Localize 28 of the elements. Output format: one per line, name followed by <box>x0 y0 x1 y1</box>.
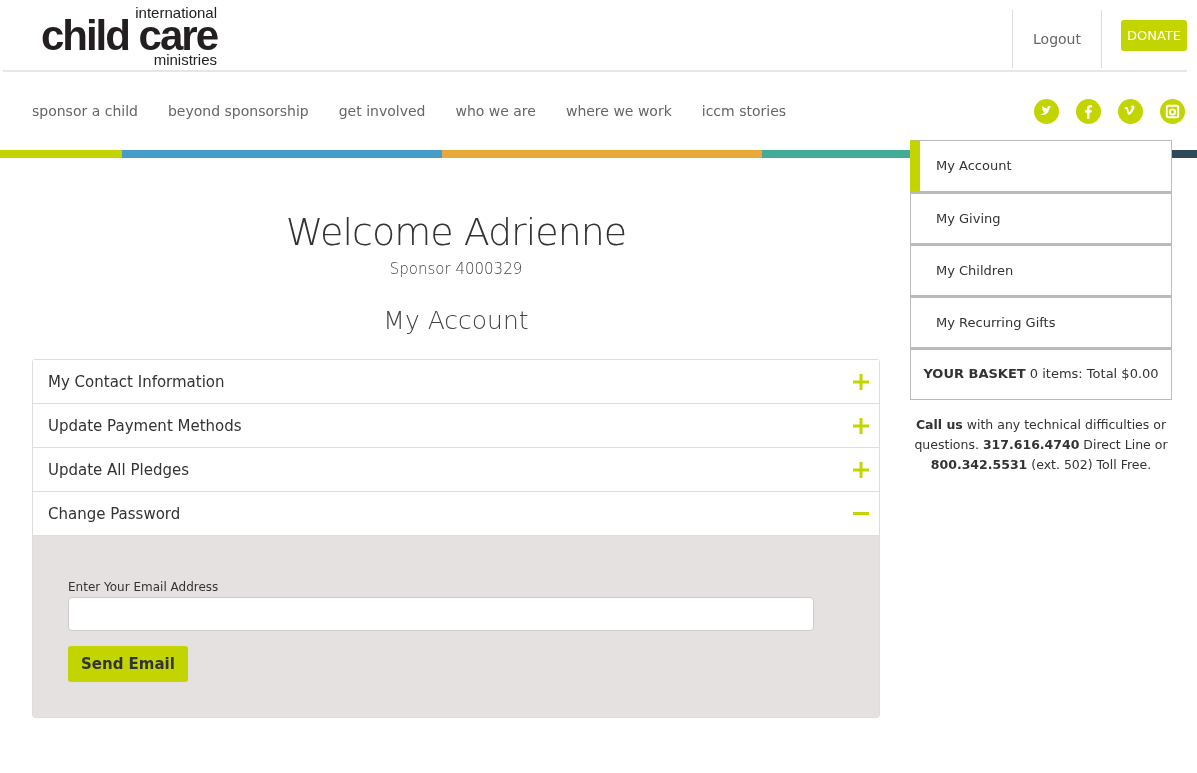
sidebar-item[interactable]: My Account <box>910 140 1172 192</box>
contact-text: Call us with any technical difficulties or questions. 317.616.4740 Direct Line or 800.342.5531 (ext. 502) Toll Free. <box>913 416 1169 474</box>
nav-link[interactable]: sponsor a child <box>32 103 138 119</box>
email-input[interactable] <box>68 597 814 631</box>
nav-link[interactable]: beyond sponsorship <box>167 103 309 119</box>
basket-summary[interactable]: YOUR BASKET 0 items: Total $0.00 <box>910 348 1172 400</box>
facebook-icon[interactable] <box>1076 98 1101 124</box>
sidebar-item[interactable]: My Recurring Gifts <box>910 296 1172 348</box>
welcome-title: Welcome Adrienne <box>285 210 627 254</box>
logo-text: ministries <box>153 53 217 66</box>
bird-icon[interactable] <box>1034 98 1059 124</box>
logo-text: international <box>135 6 217 19</box>
sponsor-number: Sponsor 4000329 <box>389 260 523 278</box>
sidebar-item[interactable]: My Children <box>910 244 1172 296</box>
logo-wordmark: child care <box>40 19 217 53</box>
accordion-header[interactable]: My Contact Information <box>33 360 879 404</box>
section-heading: My Account <box>383 306 529 335</box>
send-email-button[interactable]: Send Email <box>68 646 188 682</box>
logout-link[interactable]: Logout <box>1012 10 1102 68</box>
v-icon[interactable] <box>1118 98 1143 124</box>
camera-icon[interactable] <box>1160 98 1185 124</box>
nav-link[interactable]: iccm stories <box>701 103 787 119</box>
field-label: Enter Your Email Address <box>68 580 220 594</box>
nav-link[interactable]: who we are <box>455 103 536 119</box>
nav-link[interactable]: where we work <box>565 103 672 119</box>
nav-link[interactable]: get involved <box>338 103 426 119</box>
sidebar-item[interactable]: My Giving <box>910 192 1172 244</box>
logo[interactable]: international child care ministries <box>3 0 217 70</box>
